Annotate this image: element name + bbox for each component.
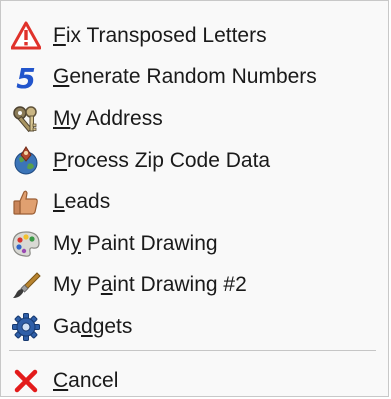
red-x-icon — [11, 366, 41, 396]
menu-item-label: My Paint Drawing — [53, 231, 218, 255]
svg-text:5: 5 — [16, 62, 35, 92]
context-menu: Fix Transposed Letters 5 Generate Random… — [0, 0, 389, 397]
warning-triangle-icon — [11, 21, 41, 51]
menu-item-my-paint-drawing[interactable]: My Paint Drawing — [3, 223, 386, 264]
menu-item-label: My Paint Drawing #2 — [53, 272, 247, 296]
number-five-icon: 5 — [11, 62, 41, 92]
paintbrush-icon — [11, 270, 41, 300]
mnemonic: F — [53, 23, 66, 47]
menu-item-my-paint-drawing-2[interactable]: My Paint Drawing #2 — [3, 264, 386, 305]
mnemonic: L — [53, 189, 65, 213]
mnemonic: M — [53, 106, 71, 130]
mnemonic: G — [53, 64, 70, 88]
paint-palette-icon — [11, 229, 41, 259]
menu-item-my-address[interactable]: My Address — [3, 98, 386, 139]
menu-item-cancel[interactable]: Cancel — [3, 360, 386, 399]
mnemonic: a — [100, 272, 113, 296]
mnemonic: y — [70, 231, 82, 255]
thumbs-up-icon — [11, 187, 41, 217]
menu-separator — [9, 350, 376, 351]
menu-item-label: Gadgets — [53, 314, 133, 338]
gear-icon — [11, 312, 41, 342]
menu-item-fix-transposed-letters[interactable]: Fix Transposed Letters — [3, 15, 386, 56]
globe-pin-icon — [11, 145, 41, 176]
mnemonic: C — [53, 368, 69, 392]
menu-item-label: Process Zip Code Data — [53, 148, 271, 172]
mnemonic: d — [81, 314, 93, 338]
menu-item-label: Leads — [53, 189, 111, 213]
keys-icon — [11, 104, 41, 134]
menu-item-label: Cancel — [53, 368, 119, 392]
mnemonic: P — [53, 148, 68, 172]
menu-item-gadgets[interactable]: Gadgets — [3, 306, 386, 347]
menu-item-label: Fix Transposed Letters — [53, 23, 267, 47]
menu-item-label: My Address — [53, 106, 163, 130]
menu-item-process-zip-code-data[interactable]: Process Zip Code Data — [3, 140, 386, 181]
menu-item-label: Generate Random Numbers — [53, 64, 317, 88]
menu-item-generate-random-numbers[interactable]: 5 Generate Random Numbers — [3, 56, 386, 97]
menu-item-leads[interactable]: Leads — [3, 181, 386, 222]
